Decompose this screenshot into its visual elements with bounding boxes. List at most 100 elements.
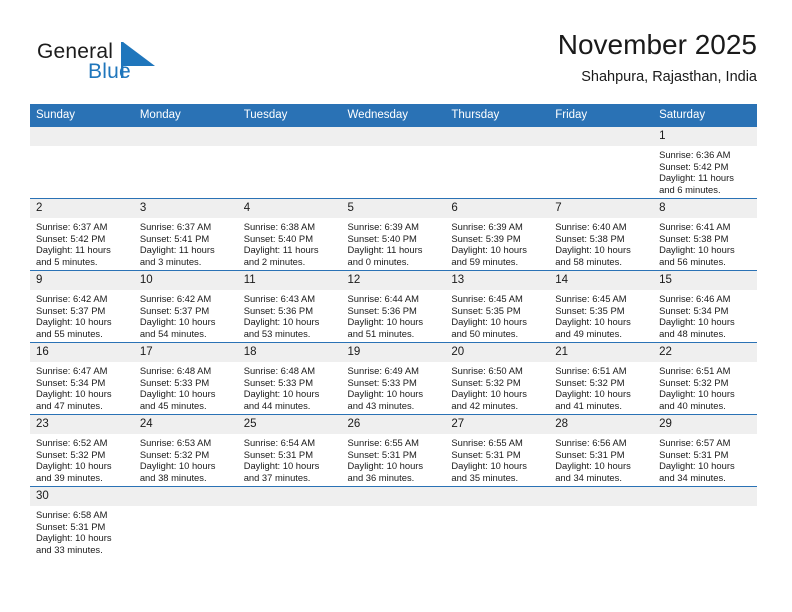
calendar-day-cell[interactable]: 23 Sunrise: 6:52 AM Sunset: 5:32 PM Dayligh… [30,414,134,487]
calendar-week-row: 2 Sunrise: 6:37 AM Sunset: 5:42 PM Daylight… [30,198,757,271]
day-number [445,127,550,146]
calendar-day-cell[interactable]: 14 Sunrise: 6:45 AM Sunset: 5:35 PM Dayligh… [549,270,654,343]
day-details: Sunrise: 6:48 AM Sunset: 5:33 PM Daylight:… [238,362,342,411]
calendar-day-cell[interactable]: 21 Sunrise: 6:51 AM Sunset: 5:32 PM Dayligh… [549,342,654,415]
daylight-duration-line2: and 56 minutes. [659,255,726,267]
calendar-week-row: 1 Sunrise: 6:36 AM Sunset: 5:42 PM Daylight… [30,126,757,199]
calendar-body: 1 Sunrise: 6:36 AM Sunset: 5:42 PM Daylight… [30,126,757,559]
calendar-day-cell[interactable]: 22 Sunrise: 6:51 AM Sunset: 5:32 PM Dayligh… [653,342,757,415]
sunset-time: Sunset: 5:33 PM [139,376,210,388]
calendar-day-cell[interactable]: 2 Sunrise: 6:37 AM Sunset: 5:42 PM Daylight… [30,198,134,271]
calendar-day-cell[interactable]: 12 Sunrise: 6:44 AM Sunset: 5:36 PM Dayligh… [341,270,446,343]
title-block: November 2025 Shahpura, Rajasthan, India [558,28,757,88]
sunrise-time: Sunrise: 6:42 AM [139,293,212,304]
day-number: 27 [445,415,550,434]
daylight-duration-line1: Daylight: 10 hours [555,388,631,400]
day-number: 4 [237,199,342,218]
calendar-day-cell[interactable]: 16 Sunrise: 6:47 AM Sunset: 5:34 PM Dayligh… [30,342,134,415]
calendar-day-cell[interactable]: 29 Sunrise: 6:57 AM Sunset: 5:31 PM Dayligh… [653,414,757,487]
sunset-time: Sunset: 5:42 PM [36,232,106,244]
calendar-day-cell-empty [133,126,238,199]
daylight-duration-line1: Daylight: 10 hours [243,316,320,328]
sunset-time: Sunset: 5:38 PM [659,232,729,244]
daylight-duration-line1: Daylight: 11 hours [36,244,111,256]
day-details: Sunrise: 6:41 AM Sunset: 5:38 PM Daylight:… [653,218,757,267]
sunrise-time: Sunrise: 6:50 AM [451,365,523,376]
day-details: Sunrise: 6:55 AM Sunset: 5:31 PM Daylight:… [342,434,446,483]
day-details: Sunrise: 6:47 AM Sunset: 5:34 PM Daylight:… [30,362,134,411]
day-number: 16 [30,343,134,362]
day-details: Sunrise: 6:40 AM Sunset: 5:38 PM Daylight:… [549,218,653,267]
daylight-duration-line1: Daylight: 10 hours [139,316,216,328]
calendar-day-cell[interactable]: 11 Sunrise: 6:43 AM Sunset: 5:36 PM Dayligh… [237,270,342,343]
calendar-day-cell[interactable]: 24 Sunrise: 6:53 AM Sunset: 5:32 PM Dayligh… [133,414,238,487]
sunset-time: Sunset: 5:35 PM [451,304,521,316]
weekday-header-tuesday: Tuesday [237,104,342,127]
day-number: 18 [237,343,342,362]
day-number: 29 [653,415,757,434]
daylight-duration-line1: Daylight: 10 hours [659,460,735,472]
daylight-duration-line1: Daylight: 10 hours [451,244,527,256]
calendar-day-cell[interactable]: 6 Sunrise: 6:39 AM Sunset: 5:39 PM Daylight… [445,198,550,271]
calendar-day-cell[interactable]: 27 Sunrise: 6:55 AM Sunset: 5:31 PM Dayligh… [445,414,550,487]
sunrise-time: Sunrise: 6:43 AM [243,293,316,304]
sunset-time: Sunset: 5:37 PM [139,304,210,316]
calendar-day-cell[interactable]: 26 Sunrise: 6:55 AM Sunset: 5:31 PM Dayligh… [341,414,446,487]
daylight-duration-line2: and 58 minutes. [555,255,622,267]
daylight-duration-line2: and 37 minutes. [243,471,311,483]
day-number: 14 [549,271,654,290]
daylight-duration-line2: and 43 minutes. [347,399,415,411]
day-details: Sunrise: 6:53 AM Sunset: 5:32 PM Daylight:… [134,434,238,483]
sunset-time: Sunset: 5:32 PM [139,448,210,460]
sunset-time: Sunset: 5:36 PM [243,304,313,316]
day-details: Sunrise: 6:56 AM Sunset: 5:31 PM Daylight:… [549,434,653,483]
calendar-day-cell[interactable]: 28 Sunrise: 6:56 AM Sunset: 5:31 PM Dayligh… [549,414,654,487]
day-details: Sunrise: 6:52 AM Sunset: 5:32 PM Daylight:… [30,434,134,483]
day-number: 3 [133,199,238,218]
daylight-duration-line1: Daylight: 10 hours [36,388,112,400]
sunrise-time: Sunrise: 6:52 AM [36,437,108,448]
daylight-duration-line1: Daylight: 10 hours [139,460,216,472]
sunrise-time: Sunrise: 6:41 AM [659,221,731,232]
sunrise-time: Sunrise: 6:57 AM [659,437,731,448]
day-number [653,487,757,506]
day-number: 25 [237,415,342,434]
daylight-duration-line2: and 39 minutes. [36,471,103,483]
sunset-time: Sunset: 5:32 PM [555,376,625,388]
day-details: Sunrise: 6:57 AM Sunset: 5:31 PM Daylight:… [653,434,757,483]
calendar-day-cell[interactable]: 4 Sunrise: 6:38 AM Sunset: 5:40 PM Daylight… [237,198,342,271]
day-number [133,127,238,146]
daylight-duration-line2: and 2 minutes. [243,255,306,267]
calendar-day-cell[interactable]: 18 Sunrise: 6:48 AM Sunset: 5:33 PM Dayligh… [237,342,342,415]
calendar-day-cell[interactable]: 5 Sunrise: 6:39 AM Sunset: 5:40 PM Daylight… [341,198,446,271]
day-number [133,487,238,506]
calendar-day-cell[interactable]: 30 Sunrise: 6:58 AM Sunset: 5:31 PM Dayligh… [30,486,134,559]
sunrise-time: Sunrise: 6:46 AM [659,293,731,304]
calendar-day-cell[interactable]: 13 Sunrise: 6:45 AM Sunset: 5:35 PM Dayligh… [445,270,550,343]
calendar-day-cell-empty [237,486,342,559]
calendar-day-cell[interactable]: 7 Sunrise: 6:40 AM Sunset: 5:38 PM Daylight… [549,198,654,271]
calendar-day-cell[interactable]: 9 Sunrise: 6:42 AM Sunset: 5:37 PM Daylight… [30,270,134,343]
calendar-day-cell[interactable]: 1 Sunrise: 6:36 AM Sunset: 5:42 PM Daylight… [653,126,757,199]
daylight-duration-line1: Daylight: 10 hours [555,460,631,472]
calendar-day-cell[interactable]: 17 Sunrise: 6:48 AM Sunset: 5:33 PM Dayligh… [133,342,238,415]
daylight-duration-line2: and 47 minutes. [36,399,103,411]
calendar-day-cell[interactable]: 15 Sunrise: 6:46 AM Sunset: 5:34 PM Dayligh… [653,270,757,343]
sunset-time: Sunset: 5:42 PM [659,160,729,172]
brand-logo[interactable]: General Blue [35,34,235,90]
calendar-day-cell[interactable]: 25 Sunrise: 6:54 AM Sunset: 5:31 PM Dayligh… [237,414,342,487]
calendar-day-cell[interactable]: 10 Sunrise: 6:42 AM Sunset: 5:37 PM Dayligh… [133,270,238,343]
day-number: 12 [341,271,446,290]
calendar-day-cell[interactable]: 19 Sunrise: 6:49 AM Sunset: 5:33 PM Dayligh… [341,342,446,415]
day-number: 28 [549,415,654,434]
day-number: 6 [445,199,550,218]
daylight-duration-line2: and 48 minutes. [659,327,726,339]
sunrise-time: Sunrise: 6:39 AM [451,221,523,232]
daylight-duration-line1: Daylight: 10 hours [659,388,735,400]
sunrise-time: Sunrise: 6:53 AM [139,437,212,448]
calendar-day-cell[interactable]: 3 Sunrise: 6:37 AM Sunset: 5:41 PM Daylight… [133,198,238,271]
calendar-day-cell[interactable]: 8 Sunrise: 6:41 AM Sunset: 5:38 PM Daylight… [653,198,757,271]
day-details: Sunrise: 6:49 AM Sunset: 5:33 PM Daylight:… [342,362,446,411]
calendar-day-cell[interactable]: 20 Sunrise: 6:50 AM Sunset: 5:32 PM Dayligh… [445,342,550,415]
daylight-duration-line1: Daylight: 10 hours [451,460,527,472]
